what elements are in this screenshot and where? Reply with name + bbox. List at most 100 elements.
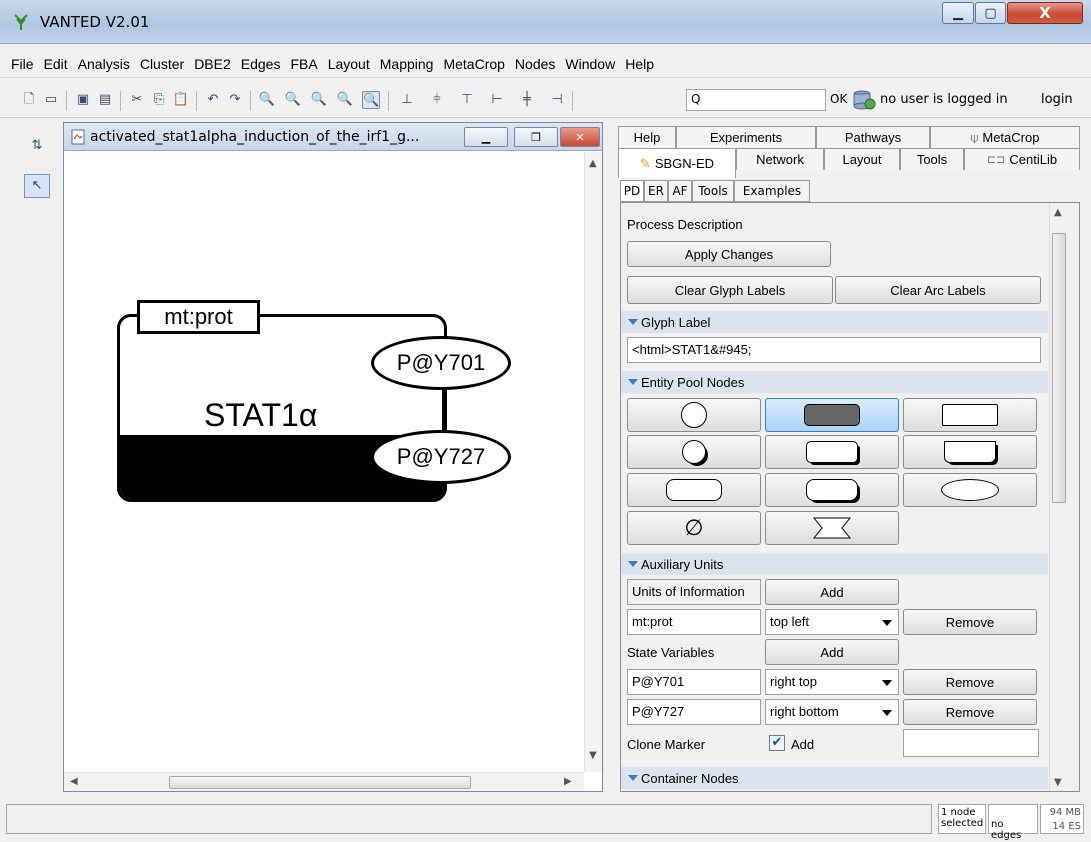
macromolecule-multimer-button[interactable]	[765, 435, 899, 469]
redo-icon[interactable]: ↷	[226, 91, 244, 109]
zoom-selection-icon[interactable]: 🔍	[362, 91, 380, 109]
remove-unit-button[interactable]: Remove	[903, 609, 1037, 635]
clear-glyph-labels-button[interactable]: Clear Glyph Labels	[627, 276, 833, 304]
add-state-variable-button[interactable]: Add	[765, 639, 899, 665]
menu-metacrop[interactable]: MetaCrop	[438, 56, 509, 72]
undo-icon[interactable]: ↶	[204, 91, 222, 109]
nucleic-acid-multimer-button[interactable]	[903, 435, 1037, 469]
save-all-icon[interactable]: ▤	[96, 91, 114, 109]
scroll-up-icon[interactable]: ▲	[1054, 207, 1062, 218]
state-variable-input-2[interactable]: P@Y727	[627, 699, 761, 725]
menu-mapping[interactable]: Mapping	[375, 56, 439, 72]
search-input[interactable]: Q	[686, 89, 826, 111]
horizontal-scroll-thumb[interactable]	[169, 776, 471, 789]
align-left-icon[interactable]: ⊢	[488, 91, 506, 109]
container-nodes-section-header[interactable]: Container Nodes	[621, 767, 1048, 789]
tab-layout[interactable]: Layout	[824, 148, 900, 170]
zoom-out-icon[interactable]: 🔍	[258, 91, 276, 109]
graph-minimize-button[interactable]: ▁	[464, 127, 508, 147]
clear-arc-labels-button[interactable]: Clear Arc Labels	[835, 276, 1041, 304]
panel-vertical-scrollbar[interactable]: ▲ ▼	[1049, 203, 1067, 791]
scroll-right-icon[interactable]: ▶	[564, 776, 572, 787]
state-variable-position-select-1[interactable]: right top	[765, 669, 899, 695]
subtab-tools[interactable]: Tools	[692, 180, 734, 202]
unit-value-input[interactable]: mt:prot	[627, 609, 761, 635]
align-top-icon[interactable]: ⊤	[458, 91, 476, 109]
menu-help[interactable]: Help	[620, 56, 659, 72]
menu-nodes[interactable]: Nodes	[510, 56, 560, 72]
remove-state-variable-button-1[interactable]: Remove	[903, 669, 1037, 695]
scroll-up-icon[interactable]: ▲	[589, 158, 597, 169]
align-center-horizontal-icon[interactable]: ⫩	[428, 91, 446, 109]
clone-marker-text-input[interactable]	[903, 729, 1039, 757]
unit-position-select[interactable]: top left	[765, 609, 899, 635]
auxiliary-units-section-header[interactable]: Auxiliary Units	[621, 553, 1048, 575]
subtab-er[interactable]: ER	[644, 180, 668, 202]
login-link[interactable]: login	[1041, 92, 1073, 107]
state-variable-position-select-2[interactable]: right bottom	[765, 699, 899, 725]
state-variable-input-1[interactable]: P@Y701	[627, 669, 761, 695]
glyph-label-input[interactable]: <html>STAT1&#945;	[627, 337, 1041, 363]
copy-icon[interactable]: ⎘	[150, 91, 168, 109]
align-right-icon[interactable]: ⊣	[548, 91, 566, 109]
complex-button[interactable]	[627, 473, 761, 507]
state-variable-top[interactable]: P@Y701	[371, 336, 511, 390]
scroll-left-icon[interactable]: ◀	[70, 776, 78, 787]
menu-window[interactable]: Window	[560, 56, 620, 72]
glyph-label-section-header[interactable]: Glyph Label	[621, 311, 1048, 333]
tab-experiments[interactable]: Experiments	[676, 126, 816, 148]
paste-icon[interactable]: 📋	[172, 91, 190, 109]
new-file-icon[interactable]: 🗋	[20, 91, 38, 109]
align-center-vertical-icon[interactable]: ╪	[518, 91, 536, 109]
remove-state-variable-button-2[interactable]: Remove	[903, 699, 1037, 725]
tab-sbgn-ed[interactable]: ✎ SBGN-ED	[618, 148, 736, 178]
add-unit-button[interactable]: Add	[765, 579, 899, 605]
perturbation-button[interactable]	[765, 511, 899, 545]
tab-tools[interactable]: Tools	[900, 148, 964, 170]
state-variable-bottom[interactable]: P@Y727	[371, 430, 511, 484]
minimize-button[interactable]: ▁	[942, 2, 974, 24]
panel-scroll-thumb[interactable]	[1052, 233, 1066, 503]
tab-centilib[interactable]: ⊏⊐ CentiLib	[964, 148, 1080, 170]
unit-of-information[interactable]: mt:prot	[137, 300, 260, 334]
close-button[interactable]: X	[1007, 2, 1083, 24]
menu-dbe2[interactable]: DBE2	[189, 56, 236, 72]
graph-canvas[interactable]: STAT1α mt:prot P@Y701 P@Y727	[64, 152, 584, 772]
zoom-in-icon[interactable]: 🔍	[284, 91, 302, 109]
zoom-reset-icon[interactable]: 🔍	[310, 91, 328, 109]
edit-mode-tool[interactable]: ⇅	[24, 134, 50, 158]
zoom-fit-icon[interactable]: 🔍	[336, 91, 354, 109]
tab-pathways[interactable]: Pathways	[816, 126, 930, 148]
menu-edit[interactable]: Edit	[39, 56, 73, 72]
entity-pool-section-header[interactable]: Entity Pool Nodes	[621, 371, 1048, 393]
menu-cluster[interactable]: Cluster	[135, 56, 189, 72]
graph-vertical-scrollbar[interactable]: ▲ ▼	[584, 152, 602, 772]
scroll-down-icon[interactable]: ▼	[1054, 777, 1062, 788]
perturbing-agent-button[interactable]	[903, 473, 1037, 507]
apply-changes-button[interactable]: Apply Changes	[627, 241, 831, 267]
tab-help[interactable]: Help	[618, 126, 676, 148]
open-folder-icon[interactable]: ▭	[42, 91, 60, 109]
tab-network[interactable]: Network	[736, 148, 824, 170]
graph-horizontal-scrollbar[interactable]: ◀ ▶	[64, 772, 584, 791]
maximize-button[interactable]: ▢	[975, 2, 1006, 24]
subtab-pd[interactable]: PD	[620, 180, 644, 202]
menu-file[interactable]: File	[6, 56, 39, 72]
menu-fba[interactable]: FBA	[285, 56, 322, 72]
macromolecule-button[interactable]	[765, 398, 899, 432]
ok-button[interactable]: OK	[830, 92, 847, 106]
simple-chemical-button[interactable]	[627, 435, 761, 469]
simple-chemical-multimer-button[interactable]	[903, 398, 1037, 432]
align-bottom-icon[interactable]: ⊥	[398, 91, 416, 109]
scroll-down-icon[interactable]: ▼	[589, 750, 597, 761]
graph-restore-button[interactable]: ❐	[514, 127, 558, 147]
menu-layout[interactable]: Layout	[323, 56, 375, 72]
source-and-sink-button[interactable]: ∅	[627, 511, 761, 545]
tab-metacrop[interactable]: ⍦ MetaCrop	[930, 126, 1080, 148]
unspecified-entity-button[interactable]	[627, 398, 761, 432]
save-icon[interactable]: ▣	[74, 91, 92, 109]
subtab-af[interactable]: AF	[668, 180, 692, 202]
menu-analysis[interactable]: Analysis	[73, 56, 135, 72]
select-mode-tool[interactable]: ↖	[24, 174, 50, 198]
cut-icon[interactable]: ✂	[128, 91, 146, 109]
